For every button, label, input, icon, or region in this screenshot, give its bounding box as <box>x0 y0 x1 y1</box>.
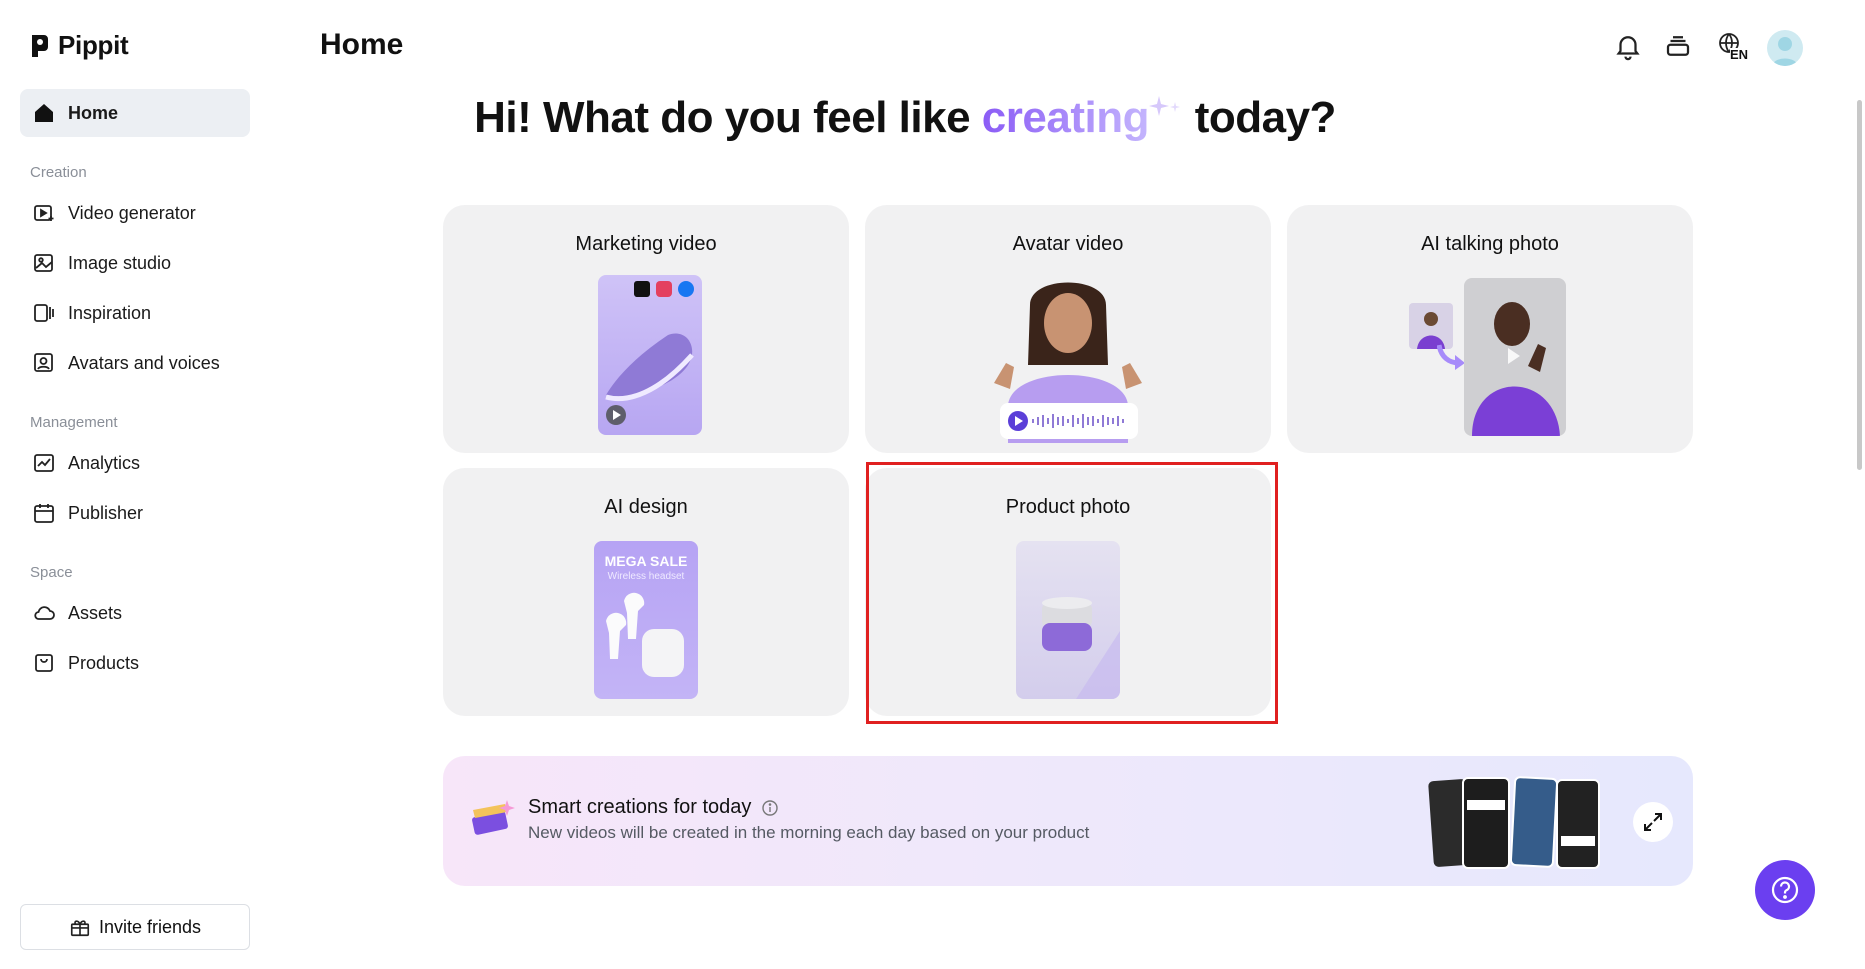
sidebar-item-label: Video generator <box>68 202 196 223</box>
analytics-icon <box>34 454 54 472</box>
section-label-creation: Creation <box>30 164 87 181</box>
video-generator-icon <box>34 205 54 221</box>
sneaker-image <box>605 281 694 425</box>
banner-title: Smart creations for today <box>528 796 752 818</box>
poster-subtitle: Wireless headset <box>607 571 685 582</box>
talking-photo-thumbnail <box>1464 278 1566 436</box>
card-ai-design[interactable]: AI design MEGA SALE Wireless headset <box>443 468 849 716</box>
expand-icon <box>1644 813 1662 831</box>
card-title: AI talking photo <box>1421 233 1559 255</box>
language-button[interactable]: EN <box>1712 30 1752 62</box>
magic-clapper-icon <box>472 800 515 835</box>
card-avatar-video[interactable]: Avatar video <box>865 205 1271 453</box>
sidebar-item-products[interactable]: Products <box>20 639 250 687</box>
headline-before: Hi! What do you feel like <box>474 93 982 142</box>
sidebar-item-label: Inspiration <box>68 302 152 323</box>
avatar-video-thumbnail <box>988 275 1148 443</box>
product-photo-thumbnail <box>1016 541 1120 699</box>
avatar[interactable] <box>1767 30 1803 66</box>
banner-title-row: Smart creations for today <box>528 796 779 819</box>
card-title: AI design <box>604 496 688 518</box>
page-title: Home <box>320 28 404 61</box>
cloud-icon <box>34 606 55 620</box>
sidebar-item-video-generator[interactable]: Video generator <box>20 189 250 237</box>
smart-creations-banner[interactable]: Smart creations for today New videos wil… <box>443 756 1693 886</box>
sidebar-item-label: Avatars and voices <box>68 352 220 373</box>
card-marketing-video[interactable]: Marketing video <box>443 205 849 453</box>
sidebar-item-label: Analytics <box>68 452 141 473</box>
card-title: Product photo <box>1005 496 1131 518</box>
sidebar-item-image-studio[interactable]: Image studio <box>20 239 250 287</box>
card-title: Avatar video <box>1012 233 1124 255</box>
sidebar-item-label: Assets <box>68 602 123 623</box>
marketing-video-thumbnail <box>598 275 702 435</box>
sidebar-item-publisher[interactable]: Publisher <box>20 489 250 537</box>
sidebar-item-inspiration[interactable]: Inspiration <box>20 289 250 337</box>
sidebar-item-label: Image studio <box>68 252 172 273</box>
gift-icon <box>70 920 90 937</box>
product-box-icon <box>35 654 53 672</box>
card-product-photo[interactable]: Product photo <box>865 468 1271 716</box>
stack-icon <box>1666 36 1690 56</box>
sidebar-item-label: Publisher <box>68 502 144 523</box>
sparkle-icon <box>1148 96 1180 116</box>
poster-title: MEGA SALE <box>604 553 688 569</box>
inspiration-icon <box>34 304 54 322</box>
headline-accent: creating <box>981 93 1150 142</box>
sidebar-item-label: Products <box>68 652 140 673</box>
brand-name: Pippit <box>58 30 129 60</box>
bell-icon <box>1616 36 1640 61</box>
sidebar-item-analytics[interactable]: Analytics <box>20 439 250 487</box>
sidebar: Pippit Home Creation Video generator Ima… <box>0 0 270 969</box>
credits-button[interactable] <box>1662 30 1694 62</box>
sidebar-item-assets[interactable]: Assets <box>20 589 250 637</box>
image-studio-icon <box>34 254 53 272</box>
help-icon <box>1771 876 1799 904</box>
brand-logo[interactable]: Pippit <box>30 30 129 61</box>
expand-button[interactable] <box>1633 802 1673 842</box>
invite-friends-label: Invite friends <box>98 916 202 937</box>
calendar-icon <box>34 504 54 523</box>
card-ai-talking-photo[interactable]: AI talking photo <box>1287 205 1693 453</box>
banner-subtitle: New videos will be created in the mornin… <box>528 823 1090 842</box>
welcome-headline: Hi! What do you feel like creating today… <box>0 92 1865 143</box>
avatars-voices-icon <box>34 353 53 372</box>
language-badge: EN <box>1730 47 1749 62</box>
card-title: Marketing video <box>575 233 717 255</box>
help-button[interactable] <box>1755 860 1815 920</box>
ai-design-thumbnail: MEGA SALE Wireless headset <box>594 541 698 699</box>
section-label-space: Space <box>30 564 73 581</box>
cream-jar-image <box>1042 597 1120 699</box>
headline-after: today? <box>1182 93 1337 142</box>
notifications-button[interactable] <box>1612 30 1644 62</box>
pippit-logo-icon <box>32 34 48 57</box>
page-scrollbar[interactable] <box>1857 100 1862 470</box>
arrow-icon <box>1437 344 1465 370</box>
user-avatar-icon <box>1772 37 1798 66</box>
talking-man-image <box>1472 302 1560 436</box>
sidebar-item-avatars-and-voices[interactable]: Avatars and voices <box>20 339 250 387</box>
invite-friends-button[interactable]: Invite friends <box>20 904 250 950</box>
section-label-management: Management <box>30 414 118 431</box>
info-icon[interactable] <box>761 799 779 817</box>
earbuds-image <box>606 592 684 677</box>
waveform-icon <box>1032 414 1124 428</box>
video-previews-image <box>1428 776 1600 869</box>
